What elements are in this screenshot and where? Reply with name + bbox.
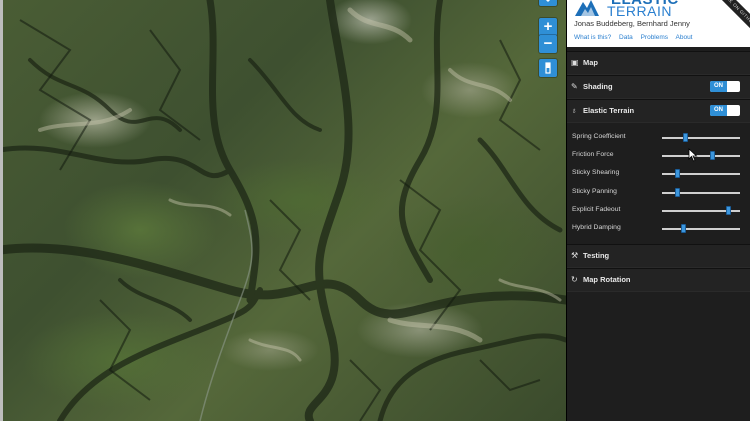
slider-row-sticky-shearing: Sticky Shearing [567, 165, 750, 183]
slider-track[interactable] [662, 133, 740, 142]
slider-row-sticky-panning: Sticky Panning [567, 184, 750, 202]
slider-row-spring: Spring Coefficient [567, 129, 750, 147]
slider-row-hybrid-damping: Hybrid Damping [567, 220, 750, 238]
section-elastic-terrain[interactable]: ♁ Elastic Terrain ON [567, 99, 750, 123]
brush-icon: ✎ [571, 82, 578, 91]
slider-thumb[interactable] [682, 133, 688, 142]
slider-track[interactable] [662, 151, 740, 161]
slider-label: Hybrid Damping [572, 223, 621, 231]
github-ribbon[interactable]: FORK ON GITHUB [711, 0, 750, 36]
control-panel: ELASTIC TERRAIN Jonas Buddeberg, Bernhar… [566, 0, 750, 421]
north-arrow-button[interactable] [539, 59, 557, 77]
zoom-in-button[interactable]: + [539, 18, 557, 36]
section-map[interactable]: ▣ Map [567, 51, 750, 75]
section-rotation-label: Map Rotation [583, 275, 631, 285]
elastic-sliders: Spring Coefficient Friction Force Sticky… [567, 123, 750, 245]
elastic-toggle-state: ON [710, 105, 727, 116]
slider-thumb[interactable] [680, 223, 686, 233]
section-testing-label: Testing [583, 251, 610, 261]
refresh-icon: ↻ [571, 275, 578, 285]
slider-row-explicit-fadeout: Explicit Fadeout [567, 202, 750, 220]
elastic-terrain-logo-icon [575, 0, 599, 16]
terrain-map[interactable] [0, 0, 566, 421]
link-what-is-this[interactable]: What is this? [574, 34, 611, 41]
slider-track[interactable] [662, 223, 740, 233]
slider-thumb[interactable] [675, 169, 681, 179]
slider-label: Explicit Fadeout [572, 205, 621, 213]
section-map-label: Map [583, 58, 598, 67]
slider-track[interactable] [662, 187, 740, 197]
slider-row-friction: Friction Force [567, 147, 750, 165]
link-about[interactable]: About [676, 34, 693, 41]
terrain-relief [0, 0, 566, 421]
wrench-icon: ⚒ [571, 251, 579, 261]
zoom-out-button[interactable]: − [539, 35, 557, 53]
slider-label: Sticky Shearing [572, 169, 620, 177]
header-links: What is this? Data Problems About [574, 34, 699, 41]
section-elastic-label: Elastic Terrain [583, 106, 635, 115]
link-problems[interactable]: Problems [641, 34, 668, 41]
expand-icon [545, 0, 551, 3]
elastic-terrain-toggle[interactable]: ON [710, 105, 740, 116]
bulb-icon: ♁ [571, 106, 577, 115]
slider-thumb[interactable] [710, 151, 716, 161]
section-shading-label: Shading [583, 82, 613, 91]
section-testing[interactable]: ⚒ Testing [567, 244, 750, 269]
logo-title-terrain: TERRAIN [607, 3, 672, 19]
slider-track[interactable] [662, 169, 740, 179]
mouse-cursor-icon [688, 148, 698, 162]
slider-thumb[interactable] [725, 205, 731, 215]
authors-text: Jonas Buddeberg, Bernhard Jenny [574, 19, 690, 28]
north-arrow-icon [545, 62, 551, 74]
shading-toggle-state: ON [710, 81, 727, 92]
section-shading[interactable]: ✎ Shading ON [567, 75, 750, 99]
slider-label: Sticky Panning [572, 187, 617, 195]
slider-thumb[interactable] [675, 187, 681, 197]
map-left-border [0, 0, 3, 421]
slider-label: Friction Force [572, 151, 614, 159]
link-data[interactable]: Data [619, 34, 633, 41]
fullscreen-button[interactable] [539, 0, 557, 6]
section-map-rotation[interactable]: ↻ Map Rotation [567, 268, 750, 293]
shading-toggle[interactable]: ON [710, 81, 740, 92]
slider-track[interactable] [662, 205, 740, 215]
image-icon: ▣ [571, 58, 579, 67]
slider-label: Spring Coefficient [572, 133, 626, 140]
panel-header: ELASTIC TERRAIN Jonas Buddeberg, Bernhar… [567, 0, 750, 47]
